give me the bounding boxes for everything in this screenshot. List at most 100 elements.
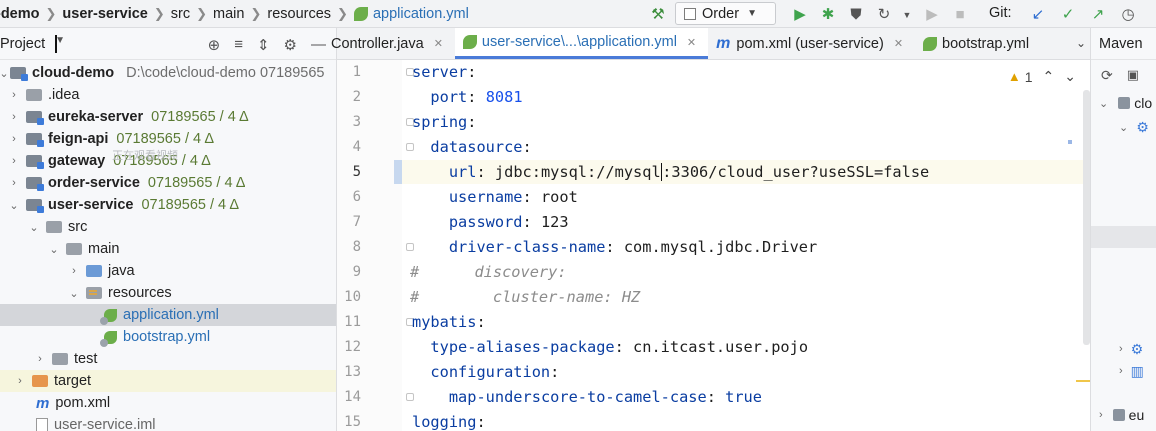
chevron-right-icon[interactable]: › — [8, 177, 20, 189]
chevron-down-icon[interactable]: ⌄ — [1119, 121, 1128, 134]
run-icon[interactable]: ▶ — [788, 3, 812, 25]
tree-item-cloud-demo[interactable]: ⌄ cloud-demo D:\code\cloud-demo 07189565 — [0, 62, 336, 84]
maven-subitem[interactable]: ⌄ ⚙ — [1091, 116, 1156, 138]
close-icon[interactable]: ✕ — [687, 36, 696, 49]
maven-panel-title[interactable]: Maven — [1099, 36, 1143, 52]
chevron-down-icon[interactable]: ⌄ — [1064, 68, 1076, 85]
line-number: 14 — [344, 389, 361, 405]
chevron-right-icon[interactable]: › — [8, 133, 20, 145]
chevron-down-icon[interactable]: ⌄ — [8, 199, 20, 212]
tree-item-bootstrap-yml[interactable]: bootstrap.yml — [0, 326, 336, 348]
code-line: datasource: — [412, 135, 531, 159]
yaml-key: type-aliases-package — [430, 338, 615, 356]
close-icon[interactable]: ✕ — [434, 37, 443, 50]
breadcrumb-project[interactable]: -demo — [0, 6, 40, 22]
warning-count: 1 — [1024, 68, 1033, 85]
chevron-down-icon[interactable]: ▼ — [895, 4, 919, 26]
gear-icon[interactable]: ⚙ — [284, 36, 297, 54]
maven-project-item[interactable]: ⌄ clo — [1091, 92, 1156, 114]
tab-bootstrap-yml[interactable]: bootstrap.yml — [915, 28, 1041, 59]
chevron-down-icon[interactable]: ⌄ — [28, 221, 40, 234]
tree-item-src[interactable]: ⌄ src — [0, 216, 336, 238]
yaml-sep: : — [522, 188, 541, 206]
chevron-down-icon[interactable]: ▼ — [55, 34, 65, 53]
tree-item-target[interactable]: › target — [0, 370, 336, 392]
expand-all-icon[interactable]: ≡ — [234, 36, 243, 54]
git-commit-icon[interactable]: ✓ — [1056, 3, 1080, 25]
tree-item-idea[interactable]: › .idea — [0, 84, 336, 106]
profile-icon[interactable]: ↻ — [872, 3, 896, 25]
tree-item-java[interactable]: › java — [0, 260, 336, 282]
tree-item-user-service[interactable]: ⌄ user-service 07189565 / 4 Δ — [0, 194, 336, 216]
chevron-right-icon[interactable]: › — [68, 265, 80, 277]
collapse-all-icon[interactable]: ⇕ — [257, 36, 270, 54]
code-editor[interactable]: 1 2 3 4 5 6 7 8 9 10 11 12 13 14 15 serv… — [337, 60, 1090, 431]
close-icon[interactable]: ✕ — [894, 37, 903, 50]
chevron-right-icon[interactable]: › — [8, 155, 20, 167]
resume-icon[interactable]: ▶ — [920, 3, 944, 25]
stop-icon[interactable]: ■ — [948, 3, 972, 25]
inspection-widget[interactable]: ▲ 1 ⌃ ⌄ — [1008, 68, 1076, 85]
add-folder-icon[interactable]: ▣ — [1127, 67, 1139, 83]
run-config-icon — [684, 7, 696, 20]
tree-item-main[interactable]: ⌄ main — [0, 238, 336, 260]
maven-subitem[interactable]: › ⚙ — [1091, 338, 1156, 360]
chevron-down-icon[interactable]: ⌄ — [48, 243, 60, 256]
breadcrumb-module[interactable]: user-service — [62, 6, 147, 22]
yaml-sep: : — [476, 163, 495, 181]
line-number: 2 — [352, 89, 361, 105]
breadcrumb-file[interactable]: application.yml — [373, 6, 469, 22]
tree-item-application-yml[interactable]: application.yml — [0, 304, 336, 326]
tree-item-label: order-service — [48, 175, 140, 191]
chevron-right-icon: ❯ — [45, 5, 57, 21]
project-panel-title[interactable]: Project — [0, 36, 45, 52]
git-update-icon[interactable]: ↙ — [1026, 3, 1050, 25]
chevron-up-icon[interactable]: ⌃ — [1043, 68, 1055, 85]
tab-controller-java[interactable]: Controller.java ✕ — [331, 28, 455, 59]
git-label: Git: — [989, 5, 1012, 21]
yaml-sep: : — [605, 238, 624, 256]
chevron-down-icon[interactable]: ⌄ — [1099, 97, 1108, 110]
spring-yml-icon — [353, 6, 368, 21]
tree-item-test[interactable]: › test — [0, 348, 336, 370]
chevron-right-icon[interactable]: › — [8, 89, 20, 101]
breadcrumb-main[interactable]: main — [213, 6, 244, 22]
maven-icon: m — [36, 394, 50, 412]
tree-item-label: resources — [108, 285, 172, 301]
history-icon[interactable]: ◷ — [1116, 3, 1140, 25]
run-configuration-select[interactable]: Order ▼ — [675, 2, 776, 25]
coverage-icon[interactable]: ⛊ — [844, 3, 868, 25]
tree-item-eureka-server[interactable]: › eureka-server 07189565 / 4 Δ — [0, 106, 336, 128]
tree-item-iml[interactable]: user-service.iml — [0, 414, 336, 431]
tree-item-order-service[interactable]: › order-service 07189565 / 4 Δ — [0, 172, 336, 194]
yaml-key: password — [448, 213, 523, 231]
breadcrumb-src[interactable]: src — [171, 6, 190, 22]
editor-scrollbar[interactable] — [1083, 90, 1090, 345]
chevron-right-icon[interactable]: › — [1119, 343, 1123, 355]
maven-subitem[interactable]: › ▥ — [1091, 360, 1156, 382]
code-line: logging: — [412, 410, 486, 431]
chevron-down-icon[interactable]: ⌄ — [1076, 36, 1086, 50]
chevron-right-icon[interactable]: › — [1099, 409, 1103, 421]
chevron-right-icon[interactable]: › — [14, 375, 26, 387]
chevron-down-icon[interactable]: ⌄ — [0, 67, 10, 80]
hide-icon[interactable]: — — [311, 36, 326, 54]
refresh-icon[interactable]: ⟳ — [1101, 67, 1113, 84]
tab-application-yml[interactable]: user-service\...\application.yml ✕ — [454, 28, 709, 59]
tree-item-pom-xml[interactable]: m pom.xml — [0, 392, 336, 414]
chevron-right-icon[interactable]: › — [1119, 365, 1123, 377]
chevron-down-icon[interactable]: ⌄ — [68, 287, 80, 300]
build-hammer-icon[interactable]: ⚒ — [646, 3, 670, 25]
maven-project-item[interactable]: › eu — [1091, 404, 1156, 426]
git-push-icon[interactable]: ↗ — [1086, 3, 1110, 25]
chevron-right-icon[interactable]: › — [8, 111, 20, 123]
chevron-right-icon[interactable]: › — [34, 353, 46, 365]
tree-item-resources[interactable]: ⌄ resources — [0, 282, 336, 304]
breadcrumb-resources[interactable]: resources — [267, 6, 331, 22]
code-line: # cluster-name: HZ — [410, 285, 640, 309]
locate-icon[interactable]: ⊕ — [208, 36, 221, 54]
line-number: 5 — [352, 164, 361, 180]
debug-icon[interactable]: ✱ — [816, 3, 840, 25]
tab-pom-xml[interactable]: m pom.xml (user-service) ✕ — [708, 28, 915, 59]
maven-item-label: eu — [1128, 407, 1145, 423]
